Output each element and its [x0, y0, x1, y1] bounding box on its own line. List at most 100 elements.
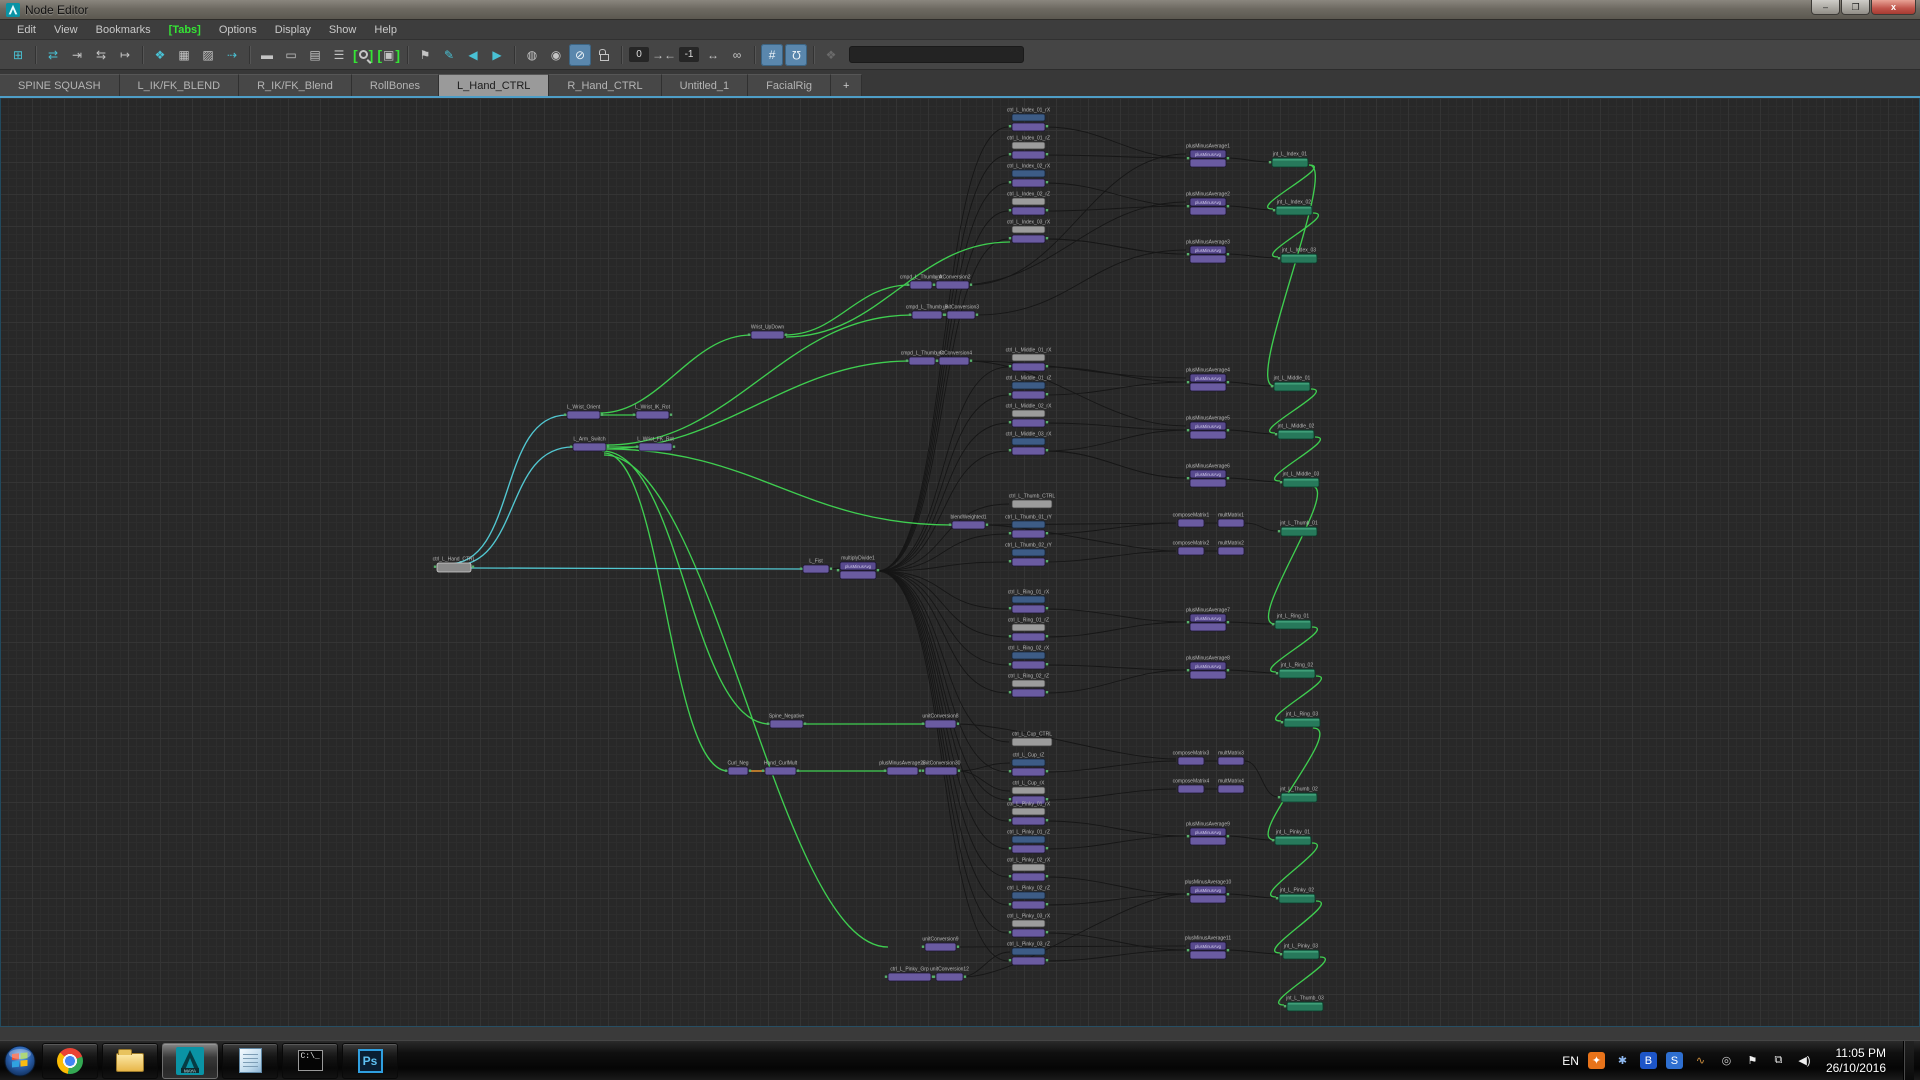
node-port[interactable] [1008, 770, 1012, 773]
connection-wire-green[interactable] [1273, 436, 1322, 482]
node-port[interactable] [1008, 875, 1012, 878]
node-port[interactable] [1008, 209, 1012, 212]
node-ctrl_L_Index_02_rX-title[interactable] [1011, 169, 1046, 178]
hide-attributes-button[interactable]: ⊘ [569, 43, 592, 66]
node-unitConversion4[interactable] [938, 356, 970, 366]
connection-wire-black[interactable] [1226, 205, 1274, 211]
connection-wire-black[interactable] [1045, 429, 1188, 452]
node-port[interactable] [985, 523, 989, 526]
node-port[interactable] [1226, 669, 1230, 672]
node-port[interactable] [1277, 530, 1281, 533]
node-composeMatrix1[interactable] [1177, 518, 1205, 528]
taskbar-notepad-button[interactable] [222, 1042, 278, 1079]
node-ctrl_L_Middle_01_rX-title[interactable] [1011, 353, 1046, 362]
node-unitConversion12[interactable] [935, 972, 964, 982]
connection-wire-green[interactable] [1270, 842, 1318, 898]
tab-spine-squash[interactable]: SPINE SQUASH [0, 74, 120, 96]
node-port[interactable] [1271, 839, 1275, 842]
node-port[interactable] [1226, 835, 1230, 838]
node-ctrl_L_Ring_02_rZ-title[interactable] [1011, 679, 1046, 688]
node-port[interactable] [1279, 481, 1283, 484]
close-button[interactable]: x [1871, 0, 1916, 15]
connection-wire-green[interactable] [1271, 212, 1320, 258]
horn-tray-icon[interactable]: ∿ [1692, 1052, 1709, 1069]
node-port[interactable] [918, 769, 922, 772]
node-port[interactable] [1226, 893, 1230, 896]
connection-wire-black[interactable] [1045, 205, 1188, 212]
node-port[interactable] [1008, 449, 1012, 452]
connection-wire-black[interactable] [962, 893, 1187, 978]
node-port[interactable] [1008, 237, 1012, 240]
connection-wire-black[interactable] [876, 570, 1009, 850]
node-blendWeighted1[interactable] [951, 520, 986, 530]
node-multMatrix4[interactable] [1217, 784, 1245, 794]
node-ctrl_L_Thumb_01_rY[interactable] [1011, 529, 1046, 539]
unlimited-depth-button[interactable]: ∞ [726, 44, 748, 66]
node-port[interactable] [635, 445, 639, 448]
node-port[interactable] [1186, 893, 1190, 896]
node-plusMinusAverage5-body[interactable] [1189, 430, 1227, 440]
node-unitConversion3[interactable] [946, 310, 976, 320]
connection-wire-black[interactable] [1226, 157, 1270, 163]
node-L_Arm_Switch[interactable] [572, 442, 607, 452]
taskbar-photoshop-button[interactable]: Ps [342, 1042, 398, 1079]
volume-tray-icon[interactable]: ◀) [1796, 1052, 1813, 1069]
node-port[interactable] [1275, 672, 1279, 675]
connection-wire-black[interactable] [1045, 522, 1177, 535]
connection-wire-black[interactable] [876, 570, 1009, 934]
node-port[interactable] [1271, 623, 1275, 626]
node-plusMinusAverage9-body[interactable] [1189, 836, 1227, 846]
connection-wire-green[interactable] [603, 360, 910, 450]
node-ctrl_L_Index_03_rX-title[interactable] [1011, 225, 1046, 234]
node-port[interactable] [1008, 607, 1012, 610]
node-port[interactable] [1280, 721, 1284, 724]
node-ctrl_L_Thumb_02_rY-title[interactable] [1011, 548, 1046, 557]
connection-wire-black[interactable] [955, 723, 1177, 760]
node-port[interactable] [1186, 669, 1190, 672]
node-port[interactable] [932, 283, 936, 286]
connection-wire-black[interactable] [1045, 381, 1188, 396]
node-port[interactable] [1277, 796, 1281, 799]
sync-selection-button[interactable]: ⇄ [42, 44, 64, 66]
node-port[interactable] [908, 313, 912, 316]
node-port[interactable] [1045, 153, 1049, 156]
node-plusMinusAverage5[interactable] [1189, 421, 1227, 431]
node-plusMinusAverage6-body[interactable] [1189, 478, 1227, 488]
node-L_Fist[interactable] [802, 564, 830, 574]
node-port[interactable] [1186, 835, 1190, 838]
decrease-depth-button[interactable]: →← [652, 44, 676, 66]
node-unitConversion9[interactable] [924, 942, 957, 952]
node-port[interactable] [563, 413, 567, 416]
node-port[interactable] [1045, 691, 1049, 694]
node-ctrl_L_Middle_01_rX[interactable] [1011, 362, 1046, 372]
connection-wire-green[interactable] [603, 452, 729, 772]
node-ctrl_L_Pinky_02_rX-title[interactable] [1011, 863, 1046, 872]
node-plusMinusAverage10-body[interactable] [1189, 894, 1227, 904]
snap-to-grid-button[interactable]: Ω [785, 43, 808, 66]
connection-wire-black[interactable] [1045, 664, 1188, 671]
node-port[interactable] [569, 445, 573, 448]
node-port[interactable] [956, 722, 960, 725]
connection-wire-black[interactable] [876, 570, 1009, 906]
menu-show[interactable]: Show [320, 22, 366, 38]
taskbar-explorer-button[interactable] [102, 1042, 158, 1079]
node-L_Wrist_IK_Rot[interactable] [635, 410, 670, 420]
node-multiplyDivide1-body[interactable] [839, 570, 877, 580]
node-port[interactable] [1045, 847, 1049, 850]
menu-help[interactable]: Help [365, 22, 406, 38]
language-indicator[interactable]: EN [1562, 1054, 1579, 1068]
node-port[interactable] [1274, 433, 1278, 436]
connection-wire-black[interactable] [876, 570, 1009, 822]
add-selected-nodes-button[interactable]: ❖ [149, 44, 171, 66]
connection-wire-black[interactable] [1045, 608, 1188, 623]
node-ctrl_L_Middle_03_rX-title[interactable] [1011, 437, 1046, 446]
node-Curl_Neg[interactable] [727, 766, 749, 776]
node-port[interactable] [1226, 477, 1230, 480]
minimize-button[interactable]: – [1811, 0, 1840, 15]
connection-wire-black[interactable] [1226, 381, 1272, 387]
node-ctrl_L_Middle_02_rX-title[interactable] [1011, 409, 1046, 418]
node-ctrl_L_Hand_CTRL[interactable] [436, 562, 472, 573]
connection-wire-black[interactable] [1226, 253, 1279, 259]
node-port[interactable] [1186, 429, 1190, 432]
connection-wire-green[interactable] [1270, 626, 1318, 673]
